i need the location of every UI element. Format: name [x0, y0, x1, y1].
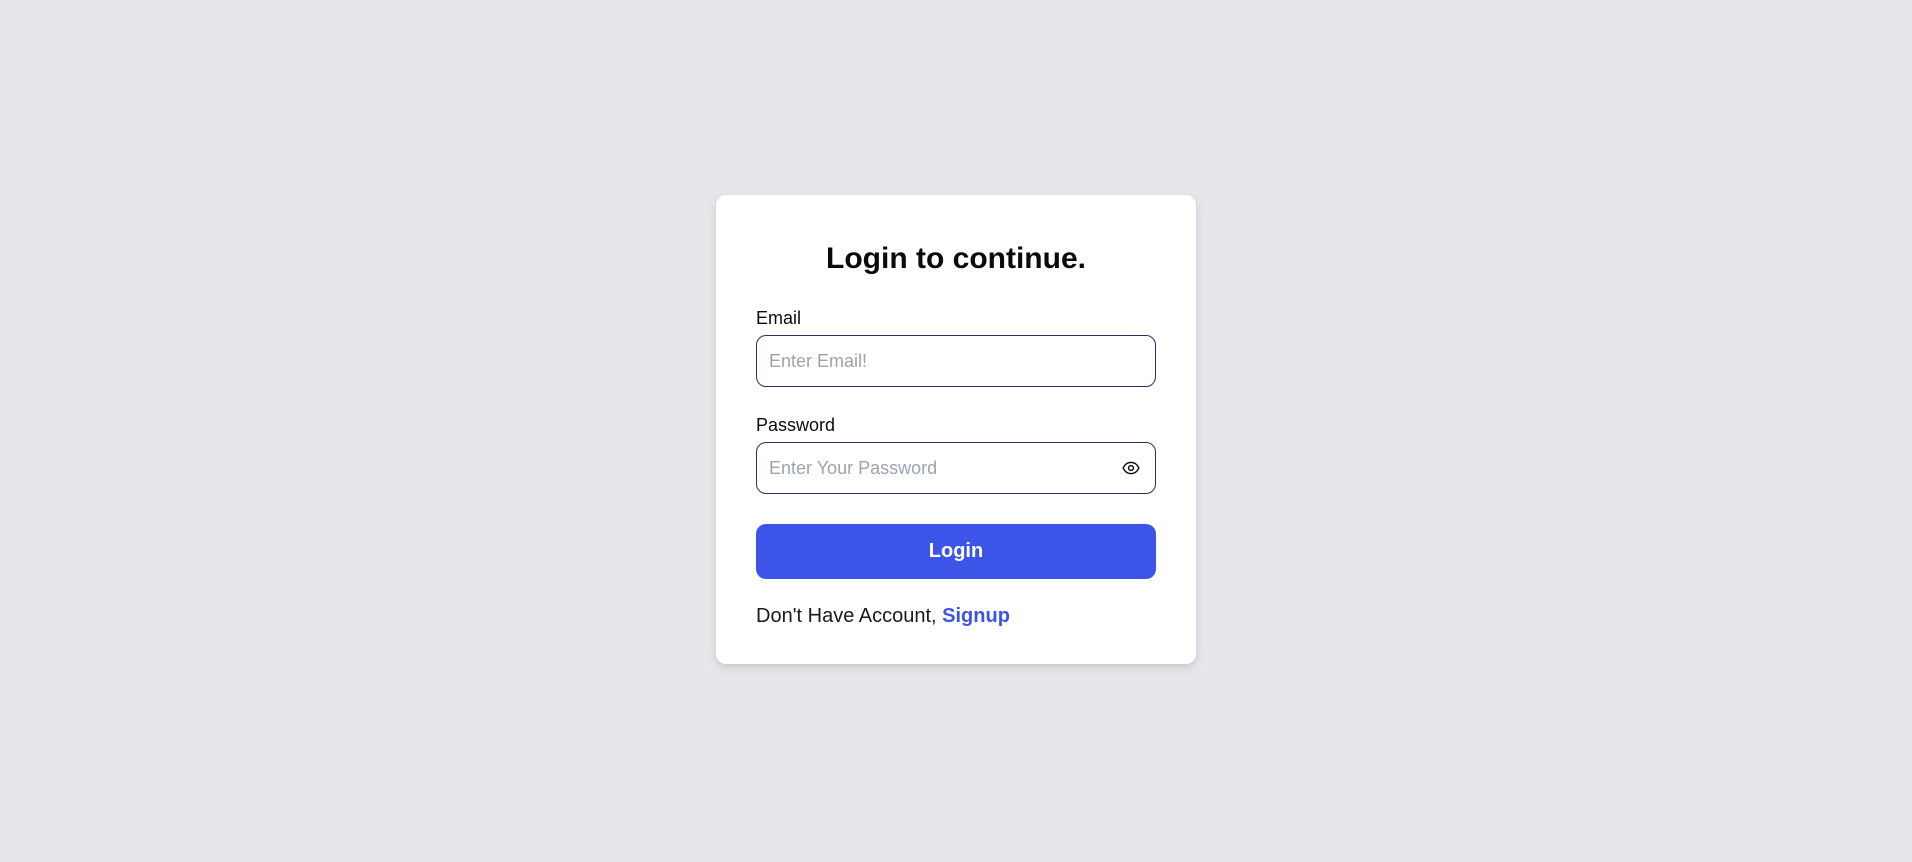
login-button[interactable]: Login: [756, 524, 1156, 579]
password-field[interactable]: [757, 443, 1155, 493]
signup-prompt-text: Don't Have Account,: [756, 605, 943, 627]
signup-prompt: Don't Have Account, Signup: [756, 603, 1156, 629]
page-title: Login to continue.: [826, 242, 1086, 275]
email-label: Email: [756, 308, 802, 328]
login-card: Login to continue. Email Password Login …: [716, 195, 1196, 664]
password-label: Password: [756, 415, 836, 435]
eye-icon[interactable]: [1121, 458, 1141, 478]
password-field-wrapper: [756, 442, 1156, 494]
email-field-wrapper: [756, 335, 1156, 387]
email-field[interactable]: [757, 336, 1155, 386]
signup-link[interactable]: Signup: [942, 605, 1010, 627]
